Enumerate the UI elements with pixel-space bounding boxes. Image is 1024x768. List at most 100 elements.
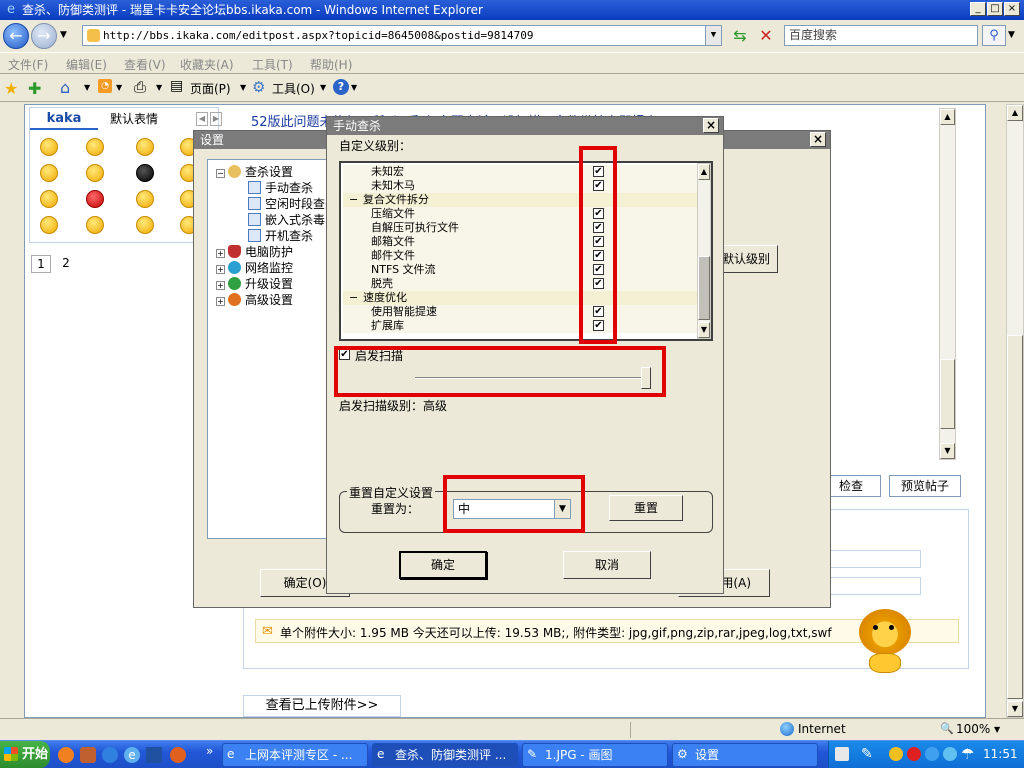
home-dropdown-icon[interactable]: ▼ <box>84 83 90 92</box>
tree-item-advanced[interactable]: + 高级设置 <box>216 292 293 308</box>
emoticon-next-icon[interactable]: ▶ <box>210 112 222 126</box>
history-dropdown-icon[interactable]: ▼ <box>60 30 67 40</box>
menu-favorites[interactable]: 收藏夹(A) <box>180 56 234 73</box>
emoticon-page-2[interactable]: 2 <box>59 255 73 273</box>
menu-help[interactable]: 帮助(H) <box>310 56 352 73</box>
start-button[interactable]: 开始 <box>0 741 50 768</box>
manual-ok-button[interactable]: 确定 <box>399 551 487 579</box>
search-input[interactable]: 百度搜索 <box>784 25 978 46</box>
emoticon-face-icon[interactable] <box>40 216 58 234</box>
refresh-icon[interactable]: ⇆ <box>730 26 750 46</box>
taskbar-item-forum[interactable]: e 上网本评测专区 - ... <box>222 743 368 767</box>
reset-button[interactable]: 重置 <box>609 495 683 521</box>
list-option-row[interactable]: 使用智能提速 ✔ <box>343 305 699 319</box>
emoticon-tab-default[interactable]: 默认表情 <box>110 110 170 128</box>
keyboard-icon[interactable] <box>835 747 849 761</box>
scroll-thumb[interactable] <box>940 359 955 429</box>
list-group-row[interactable]: − 速度优化 <box>343 291 699 305</box>
page-scroll-up-icon[interactable]: ▲ <box>1007 105 1023 121</box>
back-button[interactable]: ← <box>3 23 29 49</box>
feed-dropdown-icon[interactable]: ▼ <box>116 83 122 92</box>
tools-menu[interactable]: 工具(O) <box>272 80 315 97</box>
minimize-button[interactable]: _ <box>970 2 986 16</box>
scroll-down-icon[interactable]: ▼ <box>940 443 955 459</box>
menu-edit[interactable]: 编辑(E) <box>66 56 107 73</box>
emoticon-face-icon[interactable] <box>40 190 58 208</box>
quicklaunch-more-icon[interactable]: » <box>206 744 213 758</box>
expand-icon[interactable]: + <box>216 297 225 306</box>
emoticon-tab-kaka[interactable]: kaka <box>30 108 98 130</box>
settings-close-button[interactable]: × <box>810 132 826 147</box>
address-dropdown-button[interactable]: ▼ <box>705 26 721 45</box>
expand-icon[interactable]: + <box>216 265 225 274</box>
list-scroll-up-icon[interactable]: ▲ <box>698 164 710 180</box>
print-icon[interactable]: ⎙ <box>134 78 146 96</box>
pen-icon[interactable]: ✎ <box>861 746 873 762</box>
attachment-field[interactable] <box>825 550 921 568</box>
tools-dropdown-icon[interactable]: ▼ <box>320 83 326 92</box>
tray-umbrella-icon[interactable]: ☂ <box>961 745 974 763</box>
preview-post-button[interactable]: 预览帖子 <box>889 475 961 497</box>
tree-item-idle-scan[interactable]: 空闲时段查杀 <box>248 196 337 212</box>
list-option-row[interactable]: 自解压可执行文件 ✔ <box>343 221 699 235</box>
tray-qq-icon[interactable] <box>889 747 903 761</box>
forward-button[interactable]: → <box>31 23 57 49</box>
help-dropdown-icon[interactable]: ▼ <box>351 83 357 92</box>
close-button[interactable]: × <box>1004 2 1020 16</box>
list-scroll-thumb[interactable] <box>698 256 710 320</box>
emoticon-face-icon[interactable] <box>40 164 58 182</box>
print-dropdown-icon[interactable]: ▼ <box>156 83 162 92</box>
quicklaunch-app-icon[interactable] <box>146 747 162 763</box>
tray-app-icon[interactable] <box>943 747 957 761</box>
emoticon-face-icon[interactable] <box>136 216 154 234</box>
emoticon-face-icon[interactable] <box>136 190 154 208</box>
list-option-row[interactable]: NTFS 文件流 ✔ <box>343 263 699 277</box>
emoticon-face-icon[interactable] <box>86 190 104 208</box>
search-options-icon[interactable]: ▼ <box>1008 30 1015 40</box>
emoticon-face-icon[interactable] <box>136 164 154 182</box>
list-option-row[interactable]: 扩展库 ✔ <box>343 319 699 333</box>
emoticon-prev-icon[interactable]: ◀ <box>196 112 208 126</box>
list-option-row[interactable]: 压缩文件 ✔ <box>343 207 699 221</box>
emoticon-page-1[interactable]: 1 <box>31 255 51 273</box>
status-zoom[interactable]: 100% <box>956 722 990 736</box>
tree-item-embedded-scan[interactable]: 嵌入式杀毒 <box>248 212 325 228</box>
emoticon-face-icon[interactable] <box>86 164 104 182</box>
page-dropdown-icon[interactable]: ▼ <box>240 83 246 92</box>
quicklaunch-firefox-icon[interactable] <box>58 747 74 763</box>
taskbar-item-paint[interactable]: ✎ 1.JPG - 画图 <box>522 743 668 767</box>
home-icon[interactable]: ⌂ <box>60 78 70 97</box>
emoticon-face-icon[interactable] <box>136 138 154 156</box>
taskbar-item-settings[interactable]: ⚙ 设置 <box>672 743 818 767</box>
group-collapse-icon[interactable]: − <box>349 193 358 207</box>
scroll-up-icon[interactable]: ▲ <box>940 109 955 125</box>
tree-item-pc-protect[interactable]: + 电脑防护 <box>216 244 293 260</box>
menu-file[interactable]: 文件(F) <box>8 56 48 73</box>
menu-view[interactable]: 查看(V) <box>124 56 166 73</box>
list-option-row[interactable]: 未知木马 ✔ <box>343 179 699 193</box>
zoom-dropdown-icon[interactable]: ▼ <box>994 725 1000 734</box>
emoticon-face-icon[interactable] <box>86 138 104 156</box>
list-option-row[interactable]: 邮件文件 ✔ <box>343 249 699 263</box>
add-favorite-icon[interactable]: ✚ <box>28 79 41 98</box>
emoticon-face-icon[interactable] <box>86 216 104 234</box>
tree-item-upgrade[interactable]: + 升级设置 <box>216 276 293 292</box>
list-option-row[interactable]: 邮箱文件 ✔ <box>343 235 699 249</box>
page-menu[interactable]: 页面(P) <box>190 80 231 97</box>
tree-item-manual-scan[interactable]: 手动查杀 <box>248 180 313 196</box>
address-input[interactable]: http://bbs.ikaka.com/editpost.aspx?topic… <box>82 25 722 46</box>
view-uploaded-attachments-link[interactable]: 查看已上传附件>> <box>243 695 401 717</box>
tree-item-net-monitor[interactable]: + 网络监控 <box>216 260 293 276</box>
taskbar-item-scan-review[interactable]: e 查杀、防御类测评 ... <box>372 743 518 767</box>
list-option-row[interactable]: 脱壳 ✔ <box>343 277 699 291</box>
manual-scan-close-button[interactable]: × <box>703 118 719 133</box>
manual-cancel-button[interactable]: 取消 <box>563 551 651 579</box>
page-scrollbar[interactable]: ▲ ▼ <box>1006 104 1024 718</box>
expand-icon[interactable]: + <box>216 249 225 258</box>
inner-scrollbar[interactable]: ▲ ▼ <box>939 108 956 460</box>
list-option-row[interactable]: 未知宏 ✔ <box>343 165 699 179</box>
expand-icon[interactable]: + <box>216 281 225 290</box>
page-scroll-thumb[interactable] <box>1007 335 1023 699</box>
list-group-row[interactable]: − 复合文件拆分 <box>343 193 699 207</box>
stop-icon[interactable]: ✕ <box>756 26 776 46</box>
